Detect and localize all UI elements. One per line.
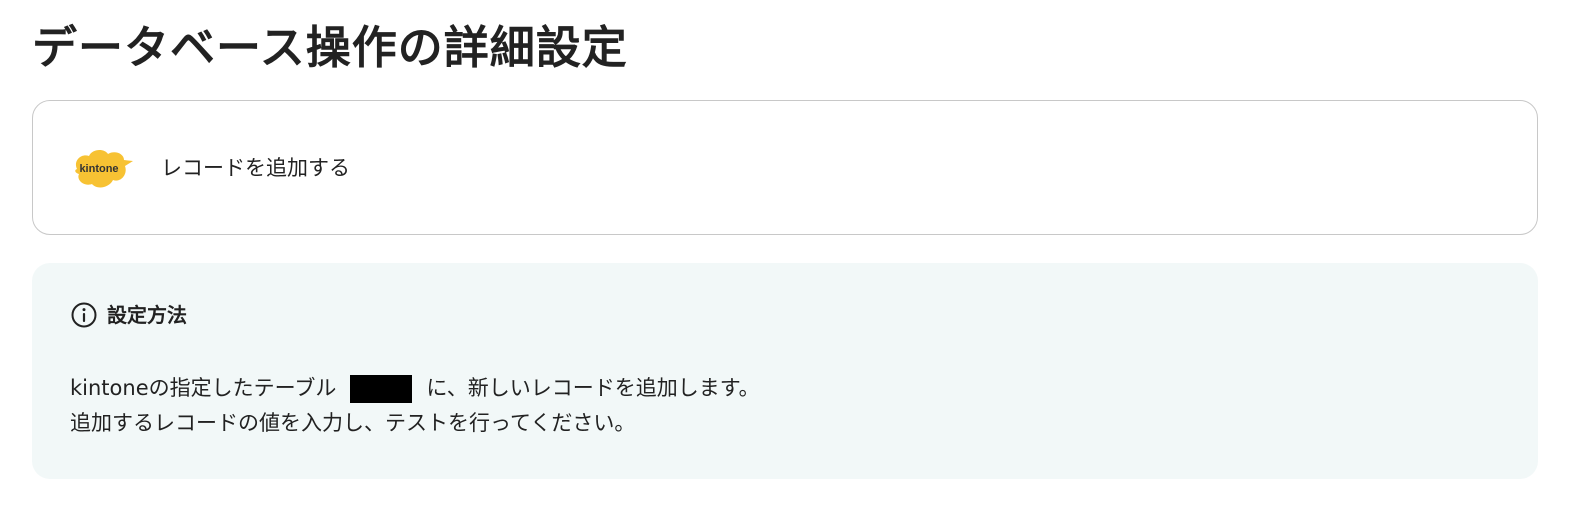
info-panel: 設定方法 kintoneの指定したテーブル に、新しいレコードを追加します。 追… [32,263,1538,479]
kintone-logo-icon: kintone [71,147,135,193]
operation-card[interactable]: kintone レコードを追加する [32,100,1538,235]
info-title: 設定方法 [107,303,187,327]
page-title: データベース操作の詳細設定 [32,21,628,74]
info-icon [71,302,97,328]
info-text-before: kintoneの指定したテーブル [70,376,337,400]
info-line-1: kintoneの指定したテーブル に、新しいレコードを追加します。 [70,371,760,406]
redacted-table-name [350,374,413,403]
info-text-after: に、新しいレコードを追加します。 [426,376,760,400]
info-line-2: 追加するレコードの値を入力し、テストを行ってください。 [70,411,636,435]
operation-label: レコードを追加する [161,156,350,180]
info-body: kintoneの指定したテーブル に、新しいレコードを追加します。 追加するレコ… [70,371,760,441]
info-header: 設定方法 [70,301,187,329]
logo-text: kintone [79,163,118,175]
